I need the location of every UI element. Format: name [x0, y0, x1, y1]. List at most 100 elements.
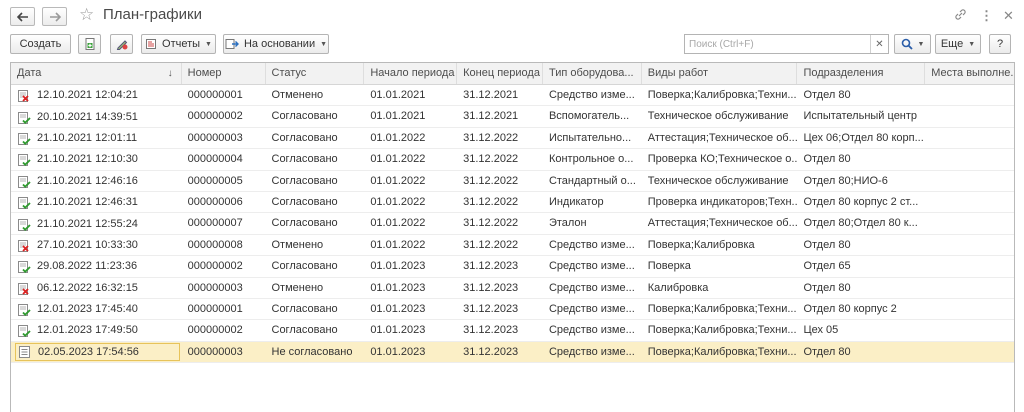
favorite-star-icon[interactable]: ☆ — [79, 5, 94, 25]
table-row[interactable]: 21.10.2021 12:55:24 000000007 Согласовано 0… — [11, 213, 1014, 235]
reports-dropdown[interactable]: Отчеты ▼ — [141, 34, 216, 54]
column-header-work-types[interactable]: Виды работ — [642, 63, 798, 84]
more-dropdown[interactable]: Еще ▼ — [935, 34, 981, 54]
column-header-departments[interactable]: Подразделения — [797, 63, 926, 84]
cell-departments: Отдел 80 — [803, 89, 851, 101]
cell-departments: Испытательный центр — [803, 110, 918, 123]
copy-button[interactable] — [78, 34, 101, 54]
search-input[interactable] — [689, 36, 869, 52]
table-row[interactable]: 21.10.2021 12:10:30 000000004 Согласовано 0… — [11, 149, 1014, 171]
cell-number: 000000001 — [187, 302, 243, 315]
approved-doc-icon — [17, 260, 31, 274]
cell-number: 000000006 — [187, 195, 243, 208]
cell-equipment-type: Индикатор — [548, 195, 604, 208]
approved-doc-icon — [17, 111, 31, 124]
cell-status: Согласовано — [271, 131, 338, 144]
cell-status: Согласовано — [271, 260, 338, 273]
cell-period-start: 01.01.2023 — [370, 260, 426, 273]
table-row[interactable]: 12.01.2023 17:45:40 000000001 Согласовано 0… — [11, 299, 1014, 321]
approved-doc-icon — [17, 196, 31, 210]
back-button[interactable] — [10, 7, 35, 26]
date-cell-content: 12.01.2023 17:49:50 — [15, 320, 138, 340]
cell-places — [925, 192, 1014, 212]
date-text: 06.12.2022 16:32:15 — [37, 281, 138, 294]
edit-pencil-icon — [116, 40, 127, 50]
table-row[interactable]: 27.10.2021 10:33:30 000000008 Отменено 01.0… — [11, 235, 1014, 257]
cell-work-types: Техническое обслуживание — [647, 110, 789, 123]
cell-equipment-type: Испытательно... — [548, 131, 632, 144]
search-field[interactable]: ✕ — [684, 34, 889, 54]
link-icon[interactable] — [954, 8, 967, 24]
approved-doc-icon — [17, 218, 31, 231]
cell-status: Отменено — [271, 281, 324, 294]
based-on-label: На основании — [243, 38, 316, 50]
cell-places — [925, 299, 1014, 319]
cell-period-end: 31.12.2022 — [463, 131, 519, 144]
based-on-icon — [225, 39, 239, 49]
column-header-number[interactable]: Номер — [182, 63, 266, 84]
table-row[interactable]: 06.12.2022 16:32:15 000000003 Отменено 01.0… — [11, 278, 1014, 299]
column-header-period-end[interactable]: Конец периода — [457, 63, 543, 84]
cell-period-end: 31.12.2022 — [463, 238, 519, 251]
table-row[interactable]: 12.10.2021 12:04:21 000000001 Отменено 01.0… — [11, 85, 1014, 107]
cell-number: 000000004 — [187, 153, 243, 166]
column-header-places[interactable]: Места выполне... — [925, 63, 1014, 84]
cell-status: Отменено — [271, 89, 324, 101]
date-cell-content: 21.10.2021 12:46:16 — [15, 171, 138, 191]
cell-equipment-type: Стандартный о... — [548, 174, 636, 187]
cell-period-start: 01.01.2023 — [370, 281, 426, 294]
column-header-status[interactable]: Статус — [266, 63, 365, 84]
cell-equipment-type: Средство изме... — [548, 345, 635, 358]
cell-status: Согласовано — [271, 324, 338, 337]
cell-equipment-type: Средство изме... — [548, 281, 635, 294]
cell-period-end: 31.12.2021 — [463, 89, 519, 101]
clear-search-icon[interactable]: ✕ — [870, 35, 888, 53]
date-cell-content: 21.10.2021 12:01:11 — [15, 128, 137, 148]
based-on-dropdown[interactable]: На основании ▼ — [223, 34, 329, 54]
cell-date: 27.10.2021 10:33:30 — [11, 235, 182, 255]
cell-departments: Отдел 80 — [803, 153, 851, 166]
table-row[interactable]: 02.05.2023 17:54:56 000000003 Не согласова… — [11, 341, 1014, 364]
cell-period-start: 01.01.2023 — [370, 324, 426, 337]
cell-status: Согласовано — [271, 174, 338, 187]
cell-period-start: 01.01.2022 — [370, 217, 426, 230]
table-row[interactable]: 20.10.2021 14:39:51 000000002 Согласовано 0… — [11, 106, 1014, 128]
forward-button[interactable] — [42, 7, 67, 26]
column-header-equipment-type[interactable]: Тип оборудова... — [543, 63, 642, 84]
cell-period-end: 31.12.2023 — [463, 345, 519, 358]
cell-status: Не согласовано — [271, 345, 353, 358]
cell-work-types: Поверка;Калибровка — [647, 238, 755, 251]
date-text: 12.01.2023 17:45:40 — [37, 303, 138, 316]
cell-work-types: Калибровка — [647, 281, 709, 294]
cell-number: 000000003 — [187, 131, 243, 144]
cell-date: 21.10.2021 12:46:31 — [11, 192, 182, 212]
cell-number: 000000003 — [187, 345, 243, 358]
more-vertical-icon[interactable]: ⋮ — [980, 8, 993, 24]
table-row[interactable]: 21.10.2021 12:46:31 000000006 Согласовано 0… — [11, 192, 1014, 214]
table-row[interactable]: 12.01.2023 17:49:50 000000002 Согласовано 0… — [11, 320, 1014, 342]
cell-period-end: 31.12.2023 — [463, 324, 519, 337]
search-icon — [901, 38, 913, 50]
search-button[interactable]: ▼ — [894, 34, 931, 54]
help-button[interactable]: ? — [989, 34, 1011, 54]
date-text: 20.10.2021 14:39:51 — [37, 110, 138, 123]
create-button[interactable]: Создать — [10, 34, 71, 54]
cell-places — [925, 128, 1014, 148]
reports-label: Отчеты — [162, 38, 201, 50]
table-row[interactable]: 29.08.2022 11:23:36 000000002 Согласовано 0… — [11, 256, 1014, 278]
cell-departments: Отдел 65 — [803, 260, 851, 273]
cell-work-types: Проверка КО;Техническое о... — [647, 153, 798, 166]
column-header-date[interactable]: Дата ↓ — [11, 63, 182, 84]
close-icon[interactable]: ✕ — [1003, 8, 1014, 24]
cell-departments: Отдел 80 корпус 2 ст... — [803, 195, 919, 208]
cell-date: 06.12.2022 16:32:15 — [11, 278, 182, 298]
cell-period-start: 01.01.2021 — [370, 89, 426, 101]
table-row[interactable]: 21.10.2021 12:01:11 000000003 Согласовано 0… — [11, 128, 1014, 150]
cell-work-types: Поверка;Калибровка;Техни... — [647, 302, 797, 315]
cell-places — [925, 85, 1014, 105]
cell-period-end: 31.12.2023 — [463, 302, 519, 315]
column-header-period-start[interactable]: Начало периода — [364, 63, 458, 84]
edit-button[interactable] — [110, 34, 133, 54]
chevron-down-icon: ▼ — [968, 40, 976, 48]
table-row[interactable]: 21.10.2021 12:46:16 000000005 Согласовано 0… — [11, 171, 1014, 192]
